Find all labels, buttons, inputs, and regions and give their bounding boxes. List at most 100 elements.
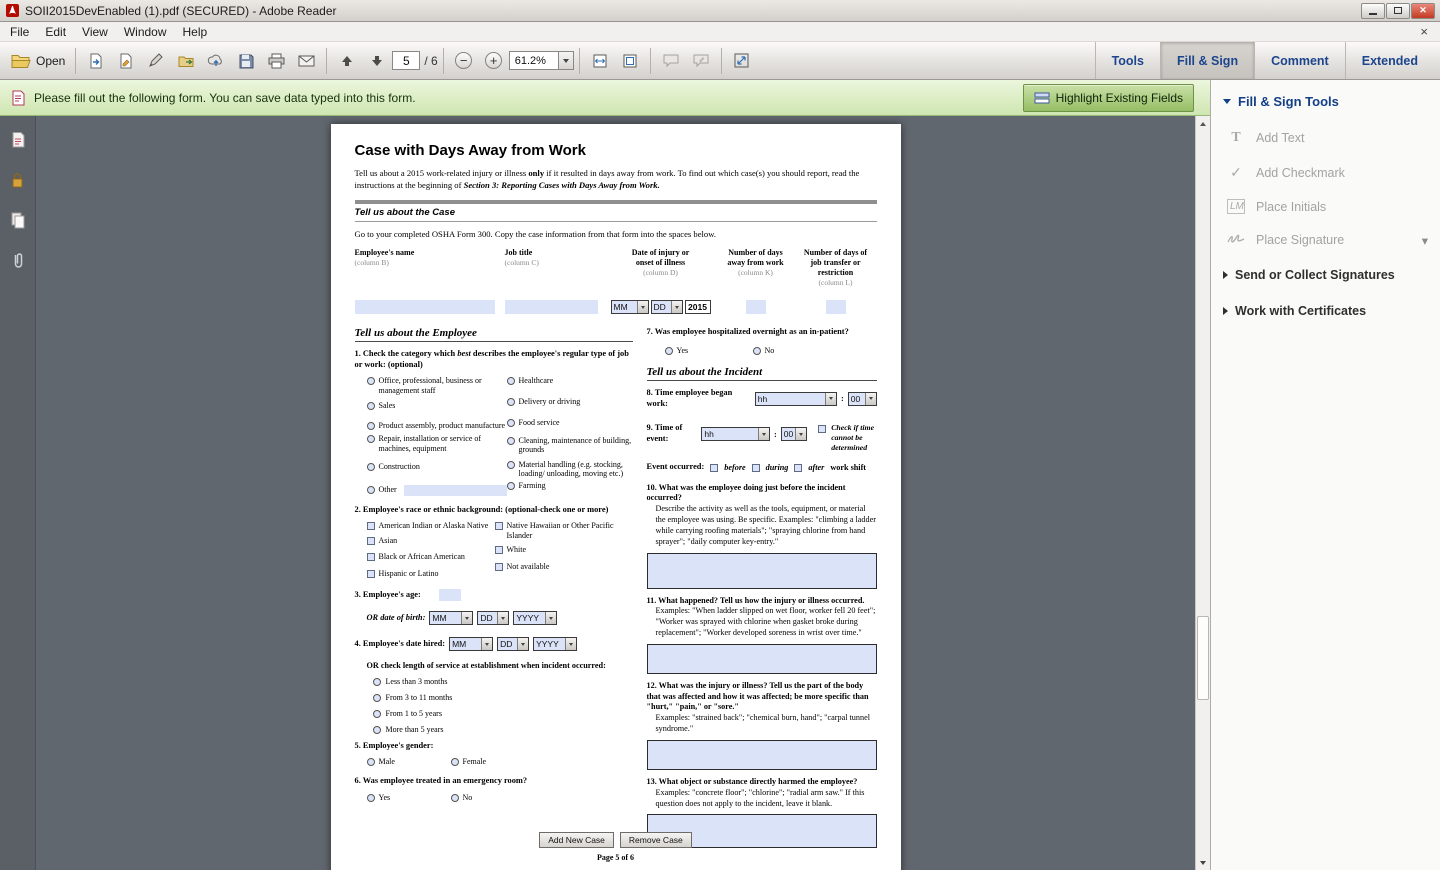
cloud-upload-button[interactable] [201, 46, 231, 76]
dob-month-select[interactable]: MM [429, 611, 473, 625]
scroll-down-button[interactable] [1196, 855, 1210, 870]
q1-office-radio[interactable] [367, 377, 375, 385]
chevron-down-icon[interactable]: ▾ [1422, 233, 1428, 248]
vertical-scrollbar[interactable] [1195, 116, 1210, 870]
sticky-note-button[interactable] [656, 46, 686, 76]
q12-answer-textarea[interactable] [647, 740, 877, 770]
zoom-in-button[interactable]: + [479, 46, 509, 76]
zoom-level-input[interactable]: 61.2% [509, 51, 559, 70]
injury-month-select[interactable]: MM [611, 300, 649, 314]
email-button[interactable] [291, 46, 321, 76]
days-away-field[interactable] [746, 300, 766, 314]
fill-sign-tab[interactable]: Fill & Sign [1160, 42, 1254, 79]
q1-farming-radio[interactable] [507, 482, 515, 490]
hired-month-select[interactable]: MM [449, 637, 493, 651]
fit-width-button[interactable] [585, 46, 615, 76]
q2-native-hawaiian-checkbox[interactable] [495, 522, 503, 530]
pages-button[interactable] [8, 210, 28, 230]
service-more-5yr-radio[interactable] [373, 726, 381, 734]
place-initials-tool[interactable]: LM Place Initials [1211, 190, 1440, 223]
send-collect-signatures-section[interactable]: Send or Collect Signatures [1211, 257, 1440, 293]
q2-american-indian-checkbox[interactable] [367, 522, 375, 530]
time-began-minute-select[interactable]: 00 [848, 392, 877, 406]
q1-delivery-radio[interactable] [507, 398, 515, 406]
q1-other-field[interactable] [404, 485, 507, 496]
dob-day-select[interactable]: DD [477, 611, 509, 625]
open-button[interactable]: Open [6, 46, 70, 76]
tools-tab[interactable]: Tools [1095, 42, 1160, 79]
menu-help[interactable]: Help [175, 23, 216, 41]
fit-page-button[interactable] [615, 46, 645, 76]
days-restriction-field[interactable] [826, 300, 846, 314]
q1-material-radio[interactable] [507, 461, 515, 469]
sign-button[interactable] [141, 46, 171, 76]
page-number-input[interactable]: 5 [392, 51, 420, 70]
add-text-tool[interactable]: T Add Text [1211, 121, 1440, 155]
service-1-5yr-radio[interactable] [373, 710, 381, 718]
document-area[interactable]: Case with Days Away from Work Tell us ab… [36, 116, 1195, 870]
q1-construction-radio[interactable] [367, 463, 375, 471]
q2-black-checkbox[interactable] [367, 553, 375, 561]
q2-not-available-checkbox[interactable] [495, 563, 503, 571]
add-checkmark-tool[interactable]: ✓ Add Checkmark [1211, 155, 1440, 190]
work-with-certificates-section[interactable]: Work with Certificates [1211, 293, 1440, 329]
q1-product-radio[interactable] [367, 422, 375, 430]
save-button[interactable] [231, 46, 261, 76]
menu-edit[interactable]: Edit [37, 23, 74, 41]
event-during-checkbox[interactable] [752, 464, 760, 472]
add-new-case-button[interactable]: Add New Case [539, 832, 614, 848]
print-button[interactable] [261, 46, 291, 76]
remove-case-button[interactable]: Remove Case [620, 832, 692, 848]
gender-female-radio[interactable] [451, 758, 459, 766]
panel-header[interactable]: Fill & Sign Tools [1211, 80, 1440, 121]
employee-name-field[interactable] [355, 300, 495, 314]
time-began-hour-select[interactable]: hh [755, 392, 837, 406]
menu-window[interactable]: Window [116, 23, 175, 41]
close-button[interactable]: ✕ [1411, 3, 1435, 19]
employee-age-field[interactable] [439, 589, 461, 601]
next-page-button[interactable] [362, 46, 392, 76]
q1-other-radio[interactable] [367, 486, 375, 494]
page-thumbnails-button[interactable] [8, 130, 28, 150]
q1-cleaning-radio[interactable] [507, 437, 515, 445]
attachments-button[interactable] [8, 250, 28, 270]
q7-no-radio[interactable] [753, 347, 761, 355]
zoom-out-button[interactable]: − [449, 46, 479, 76]
time-event-hour-select[interactable]: hh [701, 427, 770, 441]
minimize-button[interactable] [1361, 3, 1385, 19]
q2-white-checkbox[interactable] [495, 546, 503, 554]
highlight-fields-button[interactable]: Highlight Existing Fields [1023, 84, 1194, 112]
place-signature-tool[interactable]: Place Signature ▾ [1211, 223, 1440, 257]
service-less-3mo-radio[interactable] [373, 678, 381, 686]
event-before-checkbox[interactable] [710, 464, 718, 472]
fullscreen-button[interactable] [727, 46, 757, 76]
zoom-dropdown-button[interactable] [559, 51, 574, 70]
q6-yes-radio[interactable] [367, 794, 375, 802]
create-pdf-button[interactable] [111, 46, 141, 76]
event-after-checkbox[interactable] [794, 464, 802, 472]
export-pdf-button[interactable] [81, 46, 111, 76]
restore-button[interactable] [1386, 3, 1410, 19]
injury-day-select[interactable]: DD [651, 300, 683, 314]
time-undetermined-checkbox[interactable] [818, 425, 826, 433]
scroll-up-button[interactable] [1196, 116, 1210, 131]
comment-tab[interactable]: Comment [1254, 42, 1345, 79]
q1-sales-radio[interactable] [367, 402, 375, 410]
q1-food-radio[interactable] [507, 419, 515, 427]
dob-year-select[interactable]: YYYY [513, 611, 557, 625]
q11-answer-textarea[interactable] [647, 644, 877, 674]
annotate-button[interactable] [686, 46, 716, 76]
menu-view[interactable]: View [74, 23, 116, 41]
q2-asian-checkbox[interactable] [367, 537, 375, 545]
extended-tab[interactable]: Extended [1345, 42, 1434, 79]
close-document-icon[interactable]: × [1410, 24, 1438, 39]
share-button[interactable] [171, 46, 201, 76]
time-event-minute-select[interactable]: 00 [781, 427, 807, 441]
hired-day-select[interactable]: DD [497, 637, 529, 651]
q10-answer-textarea[interactable] [647, 553, 877, 589]
gender-male-radio[interactable] [367, 758, 375, 766]
q1-healthcare-radio[interactable] [507, 377, 515, 385]
security-button[interactable] [8, 170, 28, 190]
service-3-11mo-radio[interactable] [373, 694, 381, 702]
q1-repair-radio[interactable] [367, 435, 375, 443]
